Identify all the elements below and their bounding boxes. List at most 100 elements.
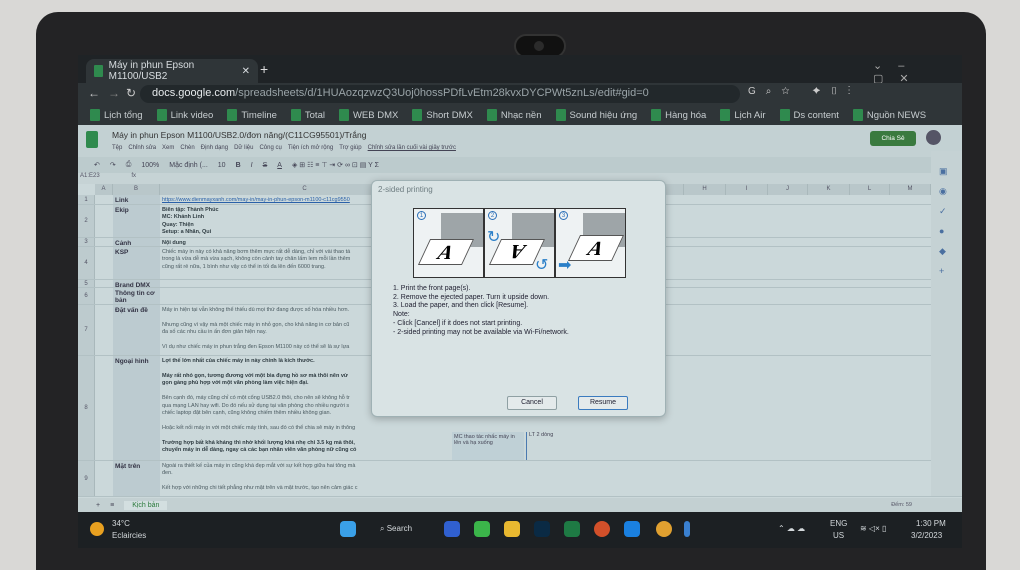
column-header[interactable]: B <box>113 184 160 195</box>
column-header[interactable]: J <box>768 184 808 195</box>
bookmark-item[interactable]: Total <box>290 109 325 121</box>
doc-title[interactable]: Máy in phun Epson M1100/USB2.0/đơn năng/… <box>112 130 366 140</box>
input-region[interactable]: US <box>833 531 844 540</box>
cell-c[interactable]: Ngoài ra thiết kế của máy in cũng khá đẹ… <box>160 461 520 496</box>
file-explorer-icon[interactable] <box>504 521 520 537</box>
cell-line <box>162 417 518 424</box>
back-icon[interactable]: ← <box>88 86 100 100</box>
menu-item[interactable]: Chỉnh sửa <box>128 145 156 151</box>
close-tab-icon[interactable]: ✕ <box>242 66 250 77</box>
bookmark-item[interactable]: Nhạc nền <box>486 109 542 121</box>
row-number[interactable]: 3 <box>78 238 95 246</box>
menu-item[interactable]: Xem <box>162 145 174 151</box>
bookmark-item[interactable]: Hàng hóa <box>651 109 706 121</box>
row-number[interactable]: 8 <box>78 356 95 460</box>
cell-b[interactable]: Brand DMX <box>113 280 160 289</box>
clock-date[interactable]: 3/2/2023 <box>911 531 942 540</box>
windows-start-icon[interactable] <box>340 521 356 537</box>
bookmark-item[interactable]: WEB DMX <box>338 109 398 121</box>
add-sheet-icon[interactable]: + <box>96 502 100 509</box>
menu-item[interactable]: Dữ liệu <box>234 145 253 151</box>
cell-e[interactable]: LT 2 dòng <box>526 432 553 460</box>
weather-text[interactable]: Eclaircies <box>112 531 146 540</box>
url-input[interactable]: docs.google.com/spreadsheets/d/1HUAozqzw… <box>140 85 740 103</box>
tray-icons[interactable]: ⌃ ☁ ☁ <box>778 524 805 533</box>
avatar[interactable] <box>926 130 941 145</box>
photoshop-icon[interactable] <box>534 521 550 537</box>
menu-item[interactable]: Tiện ích mở rộng <box>288 145 333 151</box>
column-header[interactable]: I <box>726 184 768 195</box>
cell-b[interactable]: Thông tin cơ bản <box>113 288 160 304</box>
font-size-select[interactable]: 10 <box>218 162 226 169</box>
menu-item[interactable]: Chèn <box>180 145 194 151</box>
italic-button[interactable]: I <box>251 162 253 169</box>
search-button[interactable]: ⌕ Search <box>380 524 412 534</box>
print-icon[interactable]: ⎙ <box>126 161 132 169</box>
bookmark-item[interactable]: Timeline <box>227 109 277 121</box>
cell-b[interactable]: Đặt vấn đề <box>113 305 160 355</box>
cell-b[interactable]: KSP <box>113 247 160 279</box>
row-number[interactable]: 9 <box>78 461 95 496</box>
cell-d[interactable]: MC thao tác nhấc máy in lên và hạ xuống <box>452 432 524 460</box>
chrome-icon[interactable] <box>656 521 672 537</box>
bookmark-item[interactable]: Short DMX <box>412 109 473 121</box>
reload-icon[interactable]: ↻ <box>126 86 136 100</box>
undo-icon[interactable]: ↶ <box>94 161 100 169</box>
line-app-icon[interactable] <box>474 521 490 537</box>
bookmark-item[interactable]: Ds content <box>779 109 839 121</box>
sheet-tab-kich-ban[interactable]: Kịch bản <box>124 500 168 510</box>
window-controls[interactable]: ⌄–▢✕ <box>873 59 962 85</box>
bookmark-item[interactable]: Nguồn NEWS <box>852 109 926 121</box>
bookmark-item[interactable]: Lịch Air <box>720 109 766 121</box>
menu-item[interactable]: Tệp <box>112 145 122 151</box>
extension-icons[interactable]: G⌕☆ ✦▯⋮ <box>748 86 860 97</box>
input-language[interactable]: ENG <box>830 519 847 528</box>
row-number[interactable]: 1 <box>78 195 95 204</box>
row-number[interactable]: 7 <box>78 305 95 355</box>
menu-item[interactable]: Trợ giúp <box>339 145 361 151</box>
feather-app-icon[interactable] <box>684 521 690 537</box>
zoom-select[interactable]: 100% <box>141 162 159 169</box>
cell-b[interactable]: Mặt trên <box>113 461 160 496</box>
column-header[interactable]: M <box>890 184 931 195</box>
row-number[interactable]: 6 <box>78 288 95 304</box>
bookmark-item[interactable]: Sound hiệu ứng <box>555 109 637 121</box>
network-volume-battery-icons[interactable]: ≋ ◁× ▯ <box>860 524 886 533</box>
bookmark-item[interactable]: Lịch tổng <box>90 109 143 121</box>
column-header[interactable]: L <box>850 184 890 195</box>
last-edit-link[interactable]: Chỉnh sửa lần cuối vài giây trước <box>368 145 456 151</box>
zoom-app-icon[interactable] <box>444 521 460 537</box>
browser-tab[interactable]: Máy in phun Epson M1100/USB2 ✕ <box>86 59 258 83</box>
row-number[interactable]: 2 <box>78 205 95 237</box>
cell-b[interactable]: Ngoại hình <box>113 356 160 460</box>
format-icons[interactable]: ◈ ⊞ ☷ ≡ ⊤ ⇥ ⟳ ∞ ⊡ ▤ Y Σ <box>292 161 379 169</box>
all-sheets-icon[interactable]: ≡ <box>110 502 114 509</box>
column-header[interactable]: A <box>95 184 113 195</box>
bold-button[interactable]: B <box>236 162 241 169</box>
cell-b[interactable]: Ekip <box>113 205 160 237</box>
name-box[interactable]: A1:E23 <box>80 173 100 179</box>
excel-icon[interactable] <box>564 521 580 537</box>
column-header[interactable]: K <box>808 184 850 195</box>
font-select[interactable]: Mặc định (... <box>169 162 208 169</box>
share-button[interactable]: Chia Sẻ <box>870 131 916 146</box>
resume-button[interactable]: Resume <box>578 396 628 410</box>
redo-icon[interactable]: ↷ <box>110 161 116 169</box>
row-number[interactable]: 5 <box>78 280 95 287</box>
new-tab-icon[interactable]: + <box>260 61 268 77</box>
menu-item[interactable]: Công cụ <box>259 145 281 151</box>
column-header[interactable]: H <box>684 184 726 195</box>
temperature[interactable]: 34°C <box>112 519 130 528</box>
bookmark-item[interactable]: Link video <box>156 109 213 121</box>
cancel-button[interactable]: Cancel <box>507 396 557 410</box>
text-color-button[interactable]: A <box>277 162 282 169</box>
strike-button[interactable]: S <box>263 162 268 169</box>
menu-item[interactable]: Định dạng <box>201 145 228 151</box>
powerpoint-icon[interactable] <box>594 521 610 537</box>
row-number[interactable]: 4 <box>78 247 95 279</box>
cell-b[interactable]: Link <box>113 195 160 204</box>
forward-icon[interactable]: → <box>108 86 120 100</box>
clock-time[interactable]: 1:30 PM <box>916 519 946 528</box>
cell-b[interactable]: Cảnh <box>113 238 160 247</box>
zalo-icon[interactable] <box>624 521 640 537</box>
